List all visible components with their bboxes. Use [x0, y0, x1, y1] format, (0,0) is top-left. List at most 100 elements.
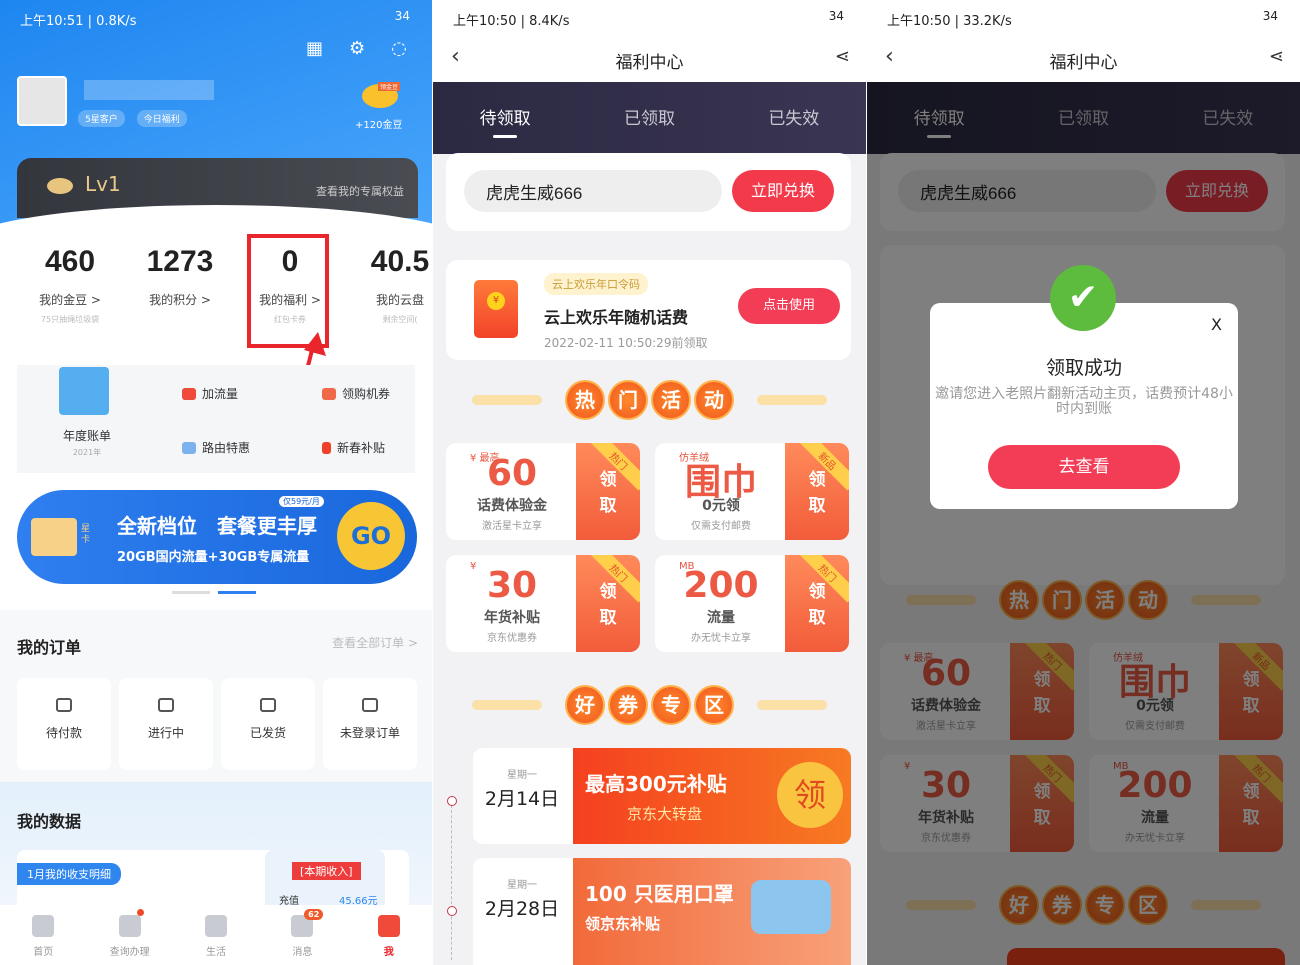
close-button[interactable]: X — [1211, 315, 1222, 334]
quick-router[interactable]: 路由特惠 — [182, 439, 250, 456]
coupon-card: 云上欢乐年口令码 云上欢乐年随机话费 2022-02-11 10:50:29前领… — [446, 260, 851, 360]
quick-phone-coupon[interactable]: 领购机券 — [322, 385, 390, 402]
promo-image: 100 只医用口罩 领京东补贴 — [573, 858, 851, 965]
annual-year: 2021年 — [72, 448, 102, 457]
carousel-dot[interactable] — [172, 591, 210, 594]
redeem-card: 立即兑换 — [446, 153, 851, 231]
tab-icon — [377, 915, 400, 937]
battery: 34 — [1262, 9, 1278, 23]
modal-message: 邀请您进入老照片翻新活动主页，话费预计48小时内到账 — [935, 386, 1233, 417]
coupon-entry[interactable]: 星期一 2月28日 100 只医用口罩 领京东补贴 — [473, 858, 851, 965]
order-item[interactable]: 待付款 — [17, 678, 111, 770]
badge-daily-welfare[interactable]: 今日福利 — [136, 110, 187, 127]
promo-banner[interactable]: 星卡 全新档位 套餐更丰厚 20GB国内流量+30GB专属流量 仅59元/月 G… — [17, 490, 417, 584]
order-item[interactable]: 进行中 — [119, 678, 213, 770]
tab-1[interactable]: 查询办理 — [86, 905, 172, 965]
status-bar: 上午10:50 | 33.2K/s — [887, 14, 1012, 29]
badge-star-customer[interactable]: 5星客户 — [78, 110, 125, 127]
tab-2[interactable]: 生活 — [173, 905, 259, 965]
tab-icon — [118, 915, 141, 937]
order-icon — [362, 698, 378, 712]
promo-image: 最高300元补贴 京东大转盘领 — [573, 748, 851, 844]
order-icon — [158, 698, 174, 712]
tab-4[interactable]: 我 — [346, 905, 432, 965]
banner-title: 全新档位 套餐更丰厚 — [117, 514, 317, 538]
coupon-deadline: 2022-02-11 10:50:29前领取 — [544, 336, 708, 350]
activity-card[interactable]: MB200流量办无忧卡立享领 取热门 — [655, 555, 849, 652]
data-card[interactable]: 1月我的收支明细 [本期收入] 充值 45.66元 — [17, 850, 409, 907]
timeline-dot — [447, 906, 457, 916]
good-coupons-heading: 好券专区 — [433, 675, 866, 735]
annual-bill[interactable]: 年度账单 — [37, 427, 137, 444]
gear-icon[interactable]: ⚙ — [349, 38, 365, 59]
red-dot — [136, 909, 144, 916]
check-icon: ✔ — [1050, 265, 1116, 331]
quick-spring-subsidy[interactable]: 新春补贴 — [322, 439, 385, 456]
avatar[interactable] — [17, 76, 67, 126]
go-button[interactable]: GO — [337, 502, 405, 570]
redeem-button[interactable]: 立即兑换 — [732, 170, 834, 212]
welfare-center-screen: 上午10:50 | 8.4K/s 34 ‹ 福利中心 ⋖ 待领取 已领取 已失效… — [433, 0, 866, 965]
tab-0[interactable]: 首页 — [0, 905, 86, 965]
orders-title: 我的订单 — [17, 638, 82, 657]
my-account-screen: 上午10:51 | 0.8K/s 34 ▦ ⚙ ◌ 5星客户 今日福利 领金豆 +1… — [0, 0, 432, 965]
coin-icon: 领 — [777, 762, 843, 828]
modal-title: 领取成功 — [1045, 357, 1122, 379]
timeline-line — [451, 800, 453, 960]
tab-bar: 待领取 已领取 已失效 — [433, 82, 866, 154]
activity-card[interactable]: ¥30年货补贴京东优惠券领 取热门 — [446, 555, 640, 652]
coupon-title: 云上欢乐年随机话费 — [544, 308, 689, 327]
page-title: 福利中心 — [1049, 53, 1118, 73]
code-input[interactable] — [464, 170, 722, 212]
nav-bar: ‹ 福利中心 ⋖ — [867, 38, 1300, 82]
red-envelope-icon — [474, 280, 518, 338]
share-icon[interactable]: ⋖ — [1269, 46, 1284, 67]
banner-tag: 仅59元/月 — [279, 496, 324, 507]
order-icon — [56, 698, 72, 712]
beans-tag: 领金豆 — [378, 82, 401, 91]
order-item[interactable]: 未登录订单 — [323, 678, 417, 770]
beans-reward[interactable]: +120金豆 — [355, 116, 402, 131]
stat-1[interactable]: 1273 我的积分 > — [130, 245, 230, 314]
use-button[interactable]: 点击使用 — [738, 288, 840, 324]
tab-icon — [205, 915, 228, 937]
status-bar: 上午10:51 | 0.8K/s — [20, 14, 137, 29]
tab-3[interactable]: 消息 62 — [259, 905, 345, 965]
share-icon[interactable]: ⋖ — [835, 46, 850, 67]
cloud-icon — [47, 178, 73, 194]
quick-add-data[interactable]: 加流量 — [182, 385, 238, 402]
data-title: 我的数据 — [17, 812, 82, 831]
activity-card[interactable]: ¥ 最高60话费体验金激活星卡立享领 取热门 — [446, 443, 640, 540]
monthly-detail-tag: 1月我的收支明细 — [17, 863, 121, 885]
bottom-tab-bar: 首页 查询办理 生活 消息 62 我 — [0, 905, 432, 965]
coupon-entry[interactable]: 星期一 2月14日 最高300元补贴 京东大转盘领 — [473, 748, 851, 844]
order-icon — [260, 698, 276, 712]
carousel-dot-active[interactable] — [218, 591, 256, 594]
tab-icon — [32, 915, 55, 937]
hot-activities-heading: 热门活动 — [433, 370, 866, 430]
order-item[interactable]: 已发货 — [221, 678, 315, 770]
annual-bill-icon — [59, 367, 109, 415]
timeline-dot — [447, 796, 457, 806]
income-tag: [本期收入] — [292, 862, 361, 880]
modal-overlay[interactable] — [867, 82, 1300, 965]
welfare-center-success-screen: 上午10:50 | 33.2K/s 34 ‹ 福利中心 ⋖ 待领取 已领取 已失… — [867, 0, 1300, 965]
unread-badge: 62 — [304, 909, 324, 920]
message-icon[interactable]: ◌ — [391, 38, 407, 59]
nav-bar: ‹ 福利中心 ⋖ — [433, 38, 866, 82]
page-title: 福利中心 — [615, 53, 684, 73]
qr-code-icon[interactable]: ▦ — [306, 38, 323, 59]
sim-card-icon — [31, 518, 77, 556]
stat-3[interactable]: 40.5 我的云盘 剩余空间( — [350, 245, 432, 325]
quick-grid: 年度账单 2021年 加流量 领购机券 路由特惠 新春补贴 — [17, 365, 415, 473]
view-button[interactable]: 去查看 — [988, 445, 1180, 489]
battery: 34 — [828, 9, 844, 23]
all-orders-link[interactable]: 查看全部订单 > — [332, 634, 418, 651]
coupon-tag: 云上欢乐年口令码 — [544, 273, 648, 295]
tab-expired[interactable]: 已失效 — [722, 82, 866, 154]
stat-0[interactable]: 460 我的金豆 >75只抽绳垃圾袋 — [20, 245, 120, 325]
level-benefits-link[interactable]: 查看我的专属权益 — [316, 183, 404, 199]
tab-claimed[interactable]: 已领取 — [577, 82, 721, 154]
tab-pending[interactable]: 待领取 — [433, 82, 577, 154]
activity-card[interactable]: 仿羊绒围巾0元领仅需支付邮费领 取新品 — [655, 443, 849, 540]
